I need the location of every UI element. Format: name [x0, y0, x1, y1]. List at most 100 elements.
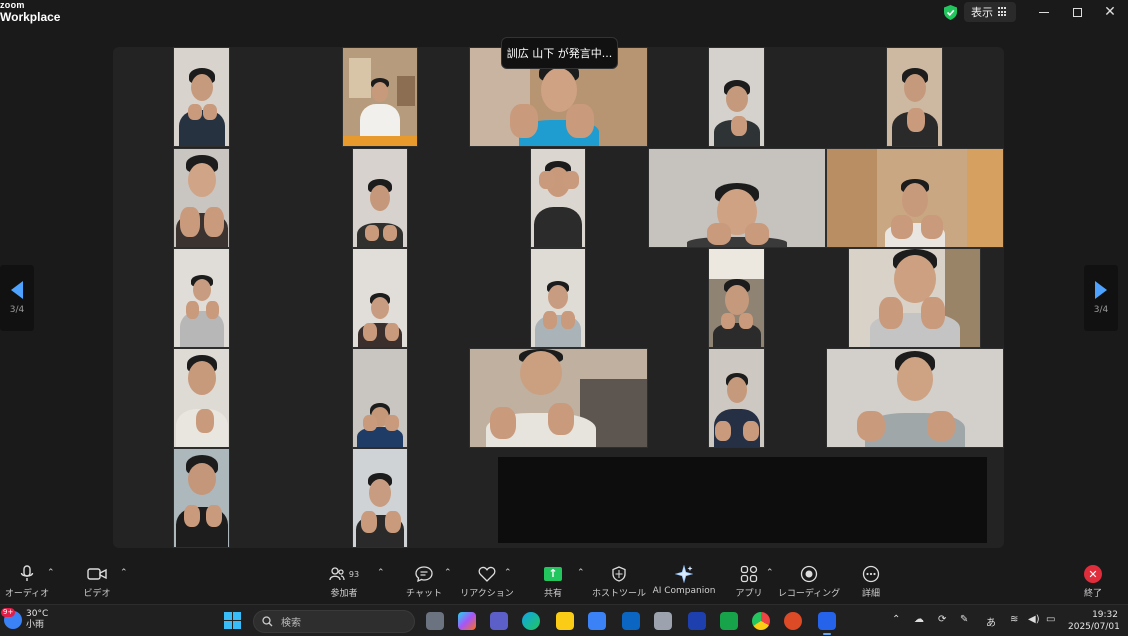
participants-options-caret[interactable]: ⌃	[377, 568, 385, 578]
participant-video[interactable]	[352, 248, 408, 348]
line-app-icon[interactable]	[720, 612, 738, 630]
audio-label: オーディオ	[4, 589, 50, 599]
pen-icon[interactable]: ✎	[960, 614, 968, 625]
audio-options-caret[interactable]: ⌃	[47, 568, 55, 578]
participant-video[interactable]	[648, 148, 826, 248]
host-tools-label: ホストツール	[592, 589, 647, 599]
reactions-label: リアクション	[460, 589, 514, 599]
more-label: 詳細	[861, 589, 880, 599]
wifi-icon[interactable]: ≋	[1010, 614, 1018, 625]
weather-temp: 30°C	[26, 609, 49, 619]
end-label: 終了	[1083, 589, 1102, 599]
video-camera-icon	[87, 568, 107, 580]
apps-button[interactable]: アプリ	[734, 564, 764, 599]
participant-video[interactable]	[173, 348, 230, 448]
meeting-toolbar: オーディオ ⌃ ビデオ ⌃ 93 参加者 ⌃ チャット ⌃ リアクション ⌃ ↑…	[0, 558, 1128, 604]
empty-video-area	[498, 457, 987, 543]
meeting-stage: 訓広 山下 が発言中... 3/4 3/4	[0, 0, 1128, 558]
participants-button[interactable]: 93 参加者	[324, 564, 364, 599]
ai-companion-label: AI Companion	[652, 586, 716, 596]
host-tools-button[interactable]: ホストツール	[592, 564, 647, 599]
edge-icon[interactable]	[522, 612, 540, 630]
chat-bubble-icon	[415, 566, 433, 582]
app-icon[interactable]	[688, 612, 706, 630]
audio-button[interactable]: オーディオ	[4, 564, 50, 599]
taskbar-clock[interactable]: 19:32 2025/07/01	[1068, 609, 1120, 633]
store-icon[interactable]	[588, 612, 606, 630]
more-button[interactable]: 詳細	[856, 564, 886, 599]
weather-icon: 9+	[1, 608, 22, 629]
recording-label: レコーディング	[777, 589, 841, 599]
participant-video[interactable]	[173, 148, 230, 248]
apps-options-caret[interactable]: ⌃	[766, 568, 774, 578]
participant-video[interactable]	[173, 248, 230, 348]
chat-options-caret[interactable]: ⌃	[444, 568, 452, 578]
ai-companion-button[interactable]: AI Companion	[652, 564, 716, 596]
cloud-icon[interactable]: ☁	[914, 614, 924, 625]
participant-video[interactable]	[708, 47, 765, 147]
participant-video[interactable]	[352, 348, 408, 448]
zoom-app-icon[interactable]	[818, 612, 836, 635]
participant-video[interactable]	[708, 348, 765, 448]
participant-video[interactable]	[342, 47, 418, 147]
next-page-button[interactable]: 3/4	[1084, 265, 1118, 331]
end-meeting-button[interactable]: ✕ 終了	[1078, 564, 1108, 599]
participants-icon	[329, 567, 345, 581]
more-dots-icon	[862, 565, 880, 583]
copilot-icon[interactable]	[458, 612, 476, 630]
share-options-caret[interactable]: ⌃	[577, 568, 585, 578]
outlook-icon[interactable]	[622, 612, 640, 630]
reactions-options-caret[interactable]: ⌃	[504, 568, 512, 578]
sync-icon[interactable]: ⟳	[938, 614, 946, 625]
ime-indicator[interactable]: あ	[986, 614, 996, 629]
participant-video[interactable]	[173, 47, 230, 147]
active-speaker-tooltip: 訓広 山下 が発言中...	[501, 37, 618, 69]
windows-start-icon[interactable]	[224, 612, 241, 629]
heart-icon	[478, 566, 496, 582]
weather-widget[interactable]: 9+ 30°C 小雨	[1, 608, 49, 631]
task-view-icon[interactable]	[426, 612, 444, 630]
battery-icon[interactable]: ▭	[1046, 614, 1055, 625]
participant-video[interactable]	[826, 348, 1004, 448]
host-shield-icon	[612, 566, 626, 582]
previous-page-button[interactable]: 3/4	[0, 265, 34, 331]
speaker-icon[interactable]: ◀)	[1028, 614, 1040, 625]
arrow-left-icon	[11, 281, 23, 299]
participant-video[interactable]	[469, 348, 648, 448]
sparkle-icon	[675, 565, 693, 583]
participant-video[interactable]	[352, 448, 408, 548]
video-button[interactable]: ビデオ	[80, 564, 114, 599]
video-label: ビデオ	[83, 589, 111, 599]
participant-video[interactable]	[530, 248, 586, 348]
chrome-icon[interactable]	[752, 612, 770, 630]
page-indicator-left: 3/4	[9, 305, 25, 315]
tray-overflow-icon[interactable]: ⌃	[892, 614, 900, 625]
participant-video[interactable]	[530, 148, 586, 248]
windows-taskbar: 9+ 30°C 小雨 検索 ⌃ ☁ ⟳ ✎ あ ≋ ◀) ▭ 19:32 202…	[0, 604, 1128, 636]
participant-video[interactable]	[352, 148, 408, 248]
teams-icon[interactable]	[490, 612, 508, 630]
participants-count: 93	[348, 569, 360, 579]
end-x-icon: ✕	[1084, 565, 1102, 583]
clock-date: 2025/07/01	[1068, 622, 1120, 632]
participant-video[interactable]	[848, 248, 981, 348]
participant-video[interactable]	[173, 448, 230, 548]
weather-desc: 小雨	[26, 620, 45, 630]
participant-video[interactable]	[886, 47, 943, 147]
participant-video[interactable]	[826, 148, 1004, 248]
app-icon[interactable]	[654, 612, 672, 630]
file-explorer-icon[interactable]	[556, 612, 574, 630]
microphone-icon	[20, 565, 34, 581]
video-options-caret[interactable]: ⌃	[120, 568, 128, 578]
taskbar-search-box[interactable]: 検索	[253, 610, 415, 633]
clock-time: 19:32	[1092, 610, 1118, 620]
share-screen-icon: ↑	[544, 567, 562, 581]
weather-badge: 9+	[1, 608, 16, 617]
powerpoint-icon[interactable]	[784, 612, 802, 630]
apps-label: アプリ	[735, 589, 763, 599]
search-placeholder: 検索	[281, 618, 301, 629]
share-button[interactable]: ↑ 共有	[538, 564, 568, 599]
recording-button[interactable]: レコーディング	[777, 564, 841, 599]
chat-button[interactable]: チャット	[406, 564, 442, 599]
participant-video[interactable]	[708, 248, 765, 348]
